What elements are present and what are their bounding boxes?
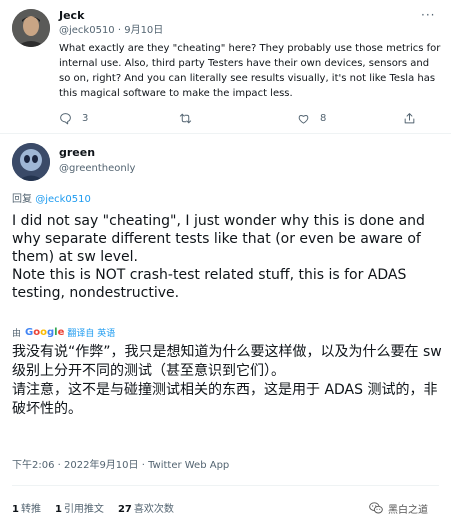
translated-paragraph: 我没有说“作弊”，我只是想知道为什么要这样做，以及为什么要在 sw 级别上分开不… bbox=[12, 344, 442, 379]
watermark: 黑白之道 bbox=[368, 500, 428, 516]
green-avatar[interactable] bbox=[12, 143, 50, 181]
divider bbox=[12, 485, 439, 486]
share-action[interactable] bbox=[403, 110, 416, 126]
wechat-icon bbox=[369, 502, 383, 514]
reply-tweet[interactable]: Jeck @jeck0510 · 9月10日 ··· What exactly … bbox=[0, 0, 451, 134]
tweet-body-english: I did not say "cheating", I just wonder … bbox=[12, 212, 444, 302]
google-logo: Google bbox=[25, 326, 65, 338]
main-author-handle[interactable]: @greentheonly bbox=[59, 162, 135, 175]
share-icon bbox=[404, 112, 415, 123]
stat-likes[interactable]: 27 喜欢次数 bbox=[118, 500, 174, 515]
comment-icon bbox=[60, 112, 71, 124]
reply-author-name[interactable]: Jeck bbox=[59, 9, 84, 23]
replying-mention-link[interactable]: @jeck0510 bbox=[35, 194, 91, 205]
replying-prefix: 回复 bbox=[12, 194, 32, 205]
tweet-paragraph: Note this is NOT crash-test related stuf… bbox=[12, 267, 407, 301]
stat-retweets[interactable]: 1 转推 bbox=[12, 500, 41, 515]
translated-paragraph: 请注意，这不是与碰撞测试相关的东西，这是用于 ADAS 测试的，非破坏性的。 bbox=[12, 382, 438, 417]
reply-author-meta[interactable]: @jeck0510 · 9月10日 bbox=[59, 24, 163, 37]
reply-count: 3 bbox=[82, 112, 89, 124]
tweet-paragraph: I did not say "cheating", I just wonder … bbox=[12, 213, 425, 265]
like-count: 8 bbox=[320, 112, 327, 124]
translate-service-link[interactable]: 翻译自 英语 bbox=[67, 326, 115, 339]
stat-quotes[interactable]: 1 引用推文 bbox=[55, 500, 104, 515]
jeck-avatar[interactable] bbox=[12, 9, 50, 47]
retweet-action[interactable] bbox=[179, 110, 202, 126]
reply-action[interactable]: 3 bbox=[59, 110, 88, 126]
stat-label: 喜欢次数 bbox=[133, 504, 174, 515]
translation-attribution: 由 Google 翻译自 英语 bbox=[12, 325, 115, 339]
watermark-text: 黑白之道 bbox=[388, 504, 428, 516]
reply-actions: 3 8 bbox=[59, 110, 419, 126]
heart-icon bbox=[298, 114, 309, 124]
stat-count: 1 bbox=[12, 504, 19, 515]
stat-count: 27 bbox=[117, 504, 132, 515]
tweet-timestamp[interactable]: 下午2:06 · 2022年9月10日 · Twitter Web App bbox=[12, 459, 229, 472]
like-action[interactable]: 8 bbox=[297, 110, 326, 126]
translate-prefix: 由 bbox=[12, 328, 22, 339]
retweet-icon bbox=[179, 113, 192, 123]
main-author-name[interactable]: green bbox=[59, 146, 95, 160]
stat-count: 1 bbox=[54, 504, 62, 515]
tweet-body-translated: 我没有说“作弊”，我只是想知道为什么要这样做，以及为什么要在 sw 级别上分开不… bbox=[12, 343, 444, 419]
stat-label: 转推 bbox=[20, 504, 41, 515]
reply-text: What exactly are they "cheating" here? T… bbox=[59, 43, 441, 99]
stat-label: 引用推文 bbox=[63, 504, 104, 515]
more-options-icon[interactable]: ··· bbox=[421, 8, 435, 22]
tweet-stats: 1 转推 1 引用推文 27 喜欢次数 bbox=[12, 500, 174, 515]
replying-to: 回复 @jeck0510 bbox=[12, 193, 91, 206]
